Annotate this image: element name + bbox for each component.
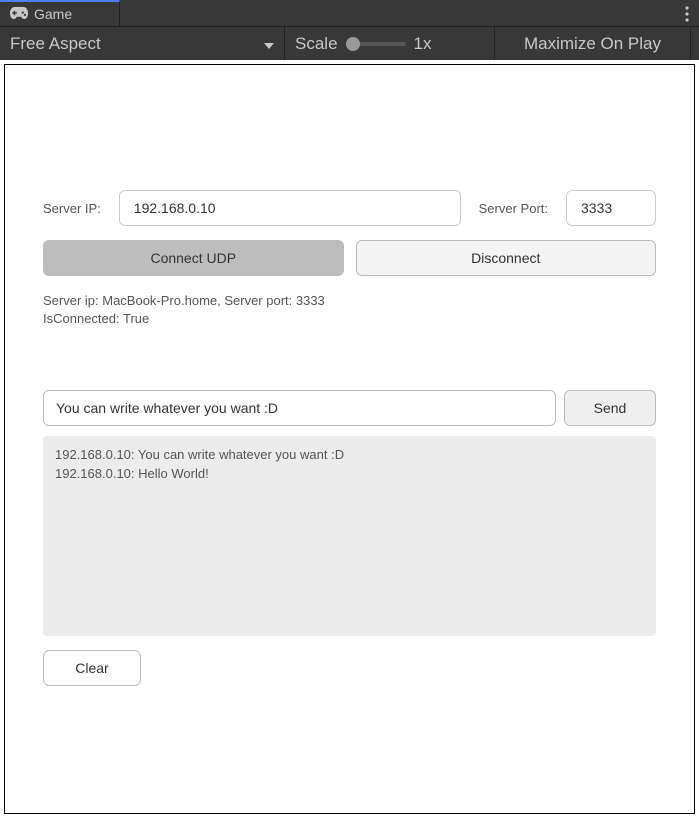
maximize-label: Maximize On Play xyxy=(524,34,661,54)
status-line-2: IsConnected: True xyxy=(43,310,656,328)
tab-bar: Game xyxy=(0,0,699,26)
server-port-label: Server Port: xyxy=(479,201,548,216)
scale-section: Scale 1x xyxy=(285,27,495,60)
message-input[interactable] xyxy=(43,390,556,426)
tab-label: Game xyxy=(34,6,72,22)
status-text: Server ip: MacBook-Pro.home, Server port… xyxy=(43,292,656,328)
aspect-dropdown[interactable]: Free Aspect xyxy=(0,27,285,60)
chevron-down-icon xyxy=(264,34,274,54)
gamepad-icon xyxy=(10,6,28,22)
kebab-menu-icon[interactable] xyxy=(675,2,699,26)
disconnect-button[interactable]: Disconnect xyxy=(356,240,657,276)
message-row: Send xyxy=(43,390,656,426)
server-port-input[interactable] xyxy=(566,190,656,226)
connection-row: Server IP: Server Port: xyxy=(43,190,656,226)
toolbar-end xyxy=(691,27,699,60)
scale-label: Scale xyxy=(295,34,338,54)
server-ip-input[interactable] xyxy=(119,190,461,226)
status-line-1: Server ip: MacBook-Pro.home, Server port… xyxy=(43,292,656,310)
connect-row: Connect UDP Disconnect xyxy=(43,240,656,276)
scale-value: 1x xyxy=(414,34,432,54)
disconnect-label: Disconnect xyxy=(471,250,540,266)
maximize-on-play-toggle[interactable]: Maximize On Play xyxy=(495,27,691,60)
game-view: Server IP: Server Port: Connect UDP Disc… xyxy=(4,64,695,814)
game-toolbar: Free Aspect Scale 1x Maximize On Play xyxy=(0,26,699,60)
connect-label: Connect UDP xyxy=(150,250,236,266)
server-ip-label: Server IP: xyxy=(43,201,101,216)
tab-game[interactable]: Game xyxy=(0,0,120,26)
slider-thumb[interactable] xyxy=(346,37,360,51)
send-button[interactable]: Send xyxy=(564,390,656,426)
scale-slider[interactable] xyxy=(346,42,406,46)
connect-udp-button[interactable]: Connect UDP xyxy=(43,240,344,276)
message-log: 192.168.0.10: You can write whatever you… xyxy=(43,436,656,636)
log-line: 192.168.0.10: Hello World! xyxy=(55,465,644,483)
log-line: 192.168.0.10: You can write whatever you… xyxy=(55,446,644,464)
aspect-label: Free Aspect xyxy=(10,34,101,54)
clear-button[interactable]: Clear xyxy=(43,650,141,686)
